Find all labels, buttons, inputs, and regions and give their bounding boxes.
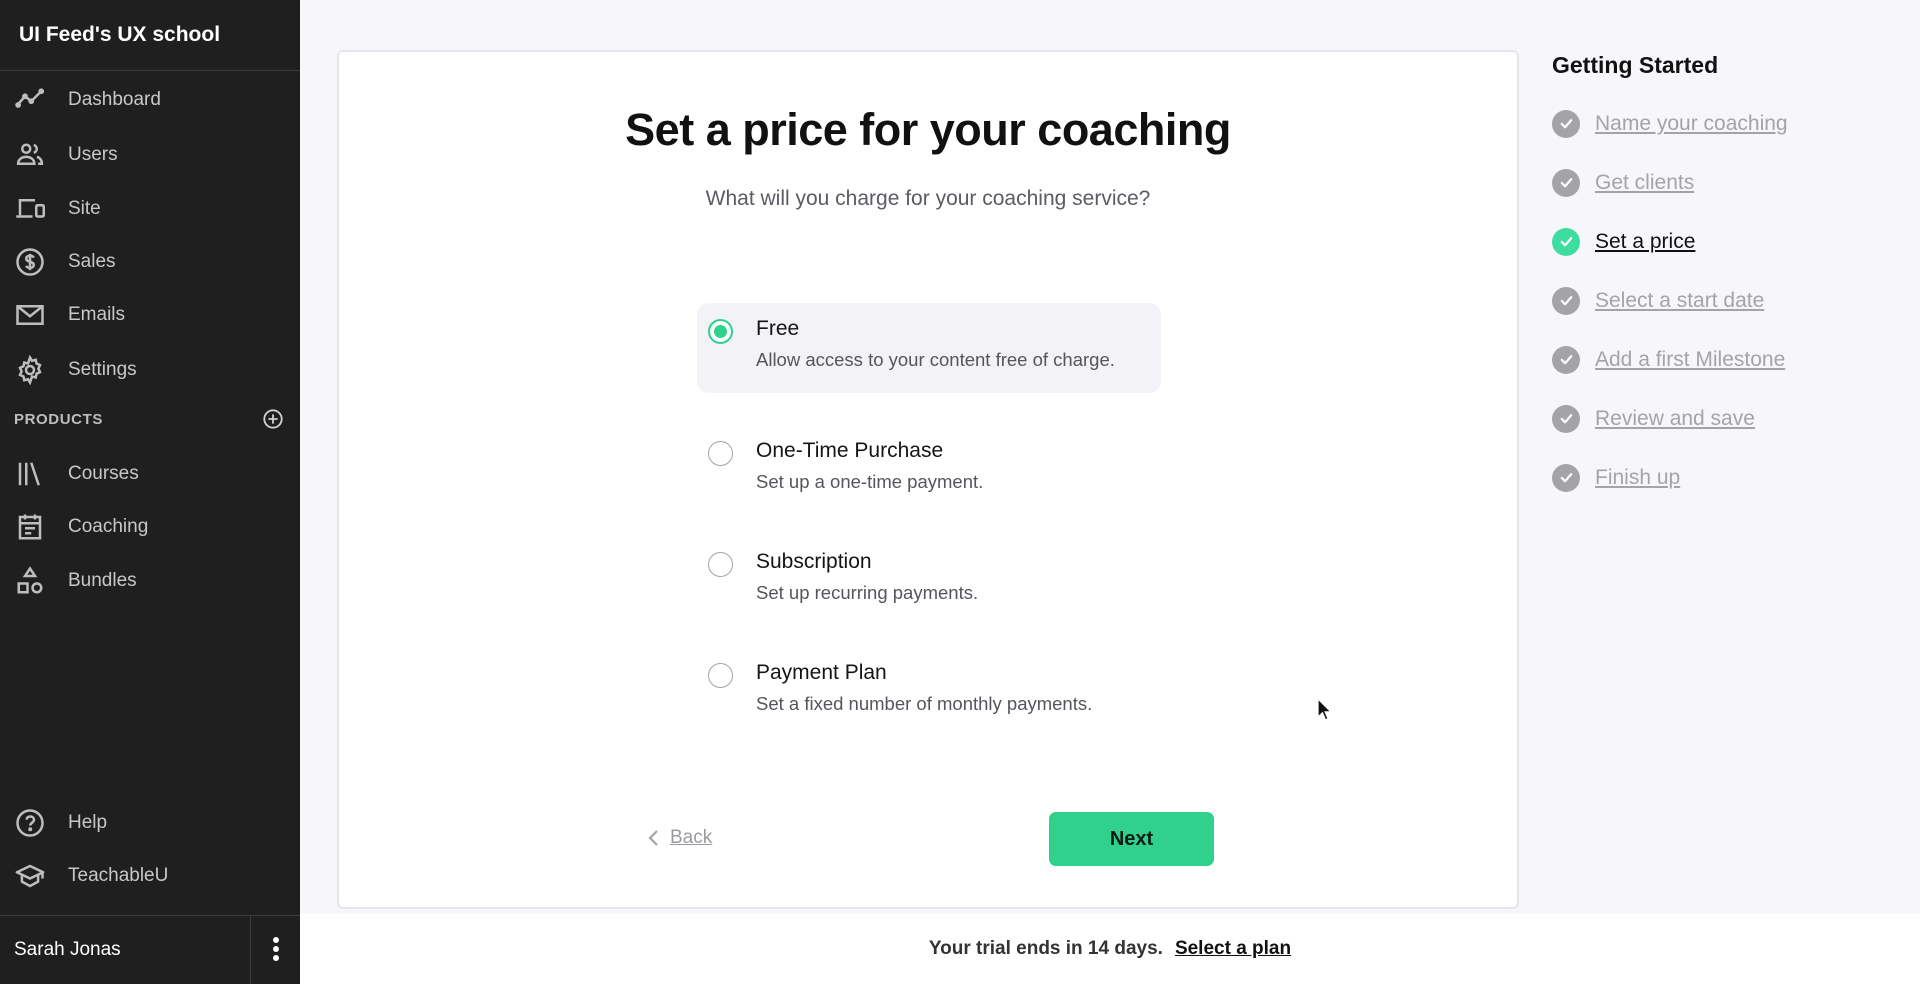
chevron-left-icon (648, 830, 658, 846)
sidebar-item-label: Settings (68, 359, 137, 380)
calendar-icon (13, 510, 47, 544)
trial-banner: Your trial ends in 14 days. Select a pla… (300, 914, 1920, 984)
page-subtitle: What will you charge for your coaching s… (705, 187, 1151, 210)
mail-icon (13, 298, 47, 332)
devices-icon (13, 192, 47, 226)
radio-button-selected[interactable] (708, 319, 733, 344)
library-icon (13, 457, 47, 491)
sidebar-item-label: Coaching (68, 516, 149, 537)
getting-started-title: Getting Started (1552, 52, 1719, 78)
option-description: Set a fixed number of monthly payments. (756, 693, 1093, 714)
price-option-one-time-purchase[interactable]: One-Time Purchase Set up a one-time paym… (697, 425, 1161, 515)
sidebar-item-label: Users (68, 144, 118, 165)
step-label: Finish up (1595, 465, 1681, 489)
school-name[interactable]: UI Feed's UX school (0, 0, 300, 71)
sidebar-item-bundles[interactable]: Bundles (0, 559, 300, 603)
help-icon (13, 806, 47, 840)
chart-line-icon (13, 83, 47, 117)
trial-message: Your trial ends in 14 days. (928, 938, 1163, 959)
sidebar-item-coaching[interactable]: Coaching (0, 505, 300, 549)
page-title: Set a price for your coaching (625, 104, 1231, 155)
sidebar-item-label: Site (68, 198, 101, 219)
step-label: Get clients (1595, 170, 1695, 194)
user-name[interactable]: Sarah Jonas (0, 916, 251, 984)
check-circle-icon (1552, 227, 1580, 256)
price-option-payment-plan[interactable]: Payment Plan Set a fixed number of month… (697, 647, 1161, 737)
sidebar-item-label: Help (68, 812, 108, 833)
option-description: Set up recurring payments. (756, 582, 979, 603)
sidebar-item-label: Sales (68, 251, 116, 272)
sidebar-item-teachableu[interactable]: TeachableU (0, 854, 300, 898)
check-circle-icon (1552, 404, 1580, 433)
option-description: Allow access to your content free of cha… (756, 349, 1115, 370)
getting-started-step[interactable]: Review and save (1552, 389, 1892, 448)
back-label: Back (670, 827, 713, 848)
getting-started-step[interactable]: Add a first Milestone (1552, 330, 1892, 389)
step-label: Review and save (1595, 406, 1755, 430)
gear-icon (13, 353, 47, 387)
check-circle-icon (1552, 286, 1580, 315)
pricing-card: Set a price for your coaching What will … (337, 50, 1519, 909)
sidebar-item-help[interactable]: Help (0, 801, 300, 845)
step-label: Set a price (1595, 229, 1696, 253)
sidebar-item-dashboard[interactable]: Dashboard (0, 78, 300, 122)
radio-button[interactable] (708, 552, 733, 577)
users-icon (13, 138, 47, 172)
radio-button[interactable] (708, 663, 733, 688)
next-button[interactable]: Next (1049, 812, 1214, 866)
user-menu-button[interactable] (251, 916, 300, 984)
sidebar-item-label: TeachableU (68, 865, 169, 886)
check-circle-icon (1552, 345, 1580, 374)
getting-started-step[interactable]: Finish up (1552, 448, 1892, 507)
sidebar: UI Feed's UX school Dashboard Users Site… (0, 0, 300, 984)
sidebar-item-courses[interactable]: Courses (0, 452, 300, 496)
graduation-cap-icon (13, 859, 47, 893)
products-section-header: PRODUCTS (14, 408, 284, 430)
products-header-label: PRODUCTS (14, 410, 103, 428)
option-title: Subscription (756, 550, 872, 573)
getting-started-step[interactable]: Select a start date (1552, 271, 1892, 330)
step-label: Name your coaching (1595, 111, 1788, 135)
sidebar-item-site[interactable]: Site (0, 187, 300, 231)
more-vertical-icon (272, 937, 279, 961)
getting-started-step[interactable]: Name your coaching (1552, 94, 1892, 153)
check-circle-icon (1552, 109, 1580, 138)
sidebar-item-label: Courses (68, 463, 139, 484)
check-circle-icon (1552, 168, 1580, 197)
price-option-free[interactable]: Free Allow access to your content free o… (697, 303, 1161, 393)
option-title: Free (756, 317, 800, 340)
dollar-icon (13, 245, 47, 279)
select-plan-link[interactable]: Select a plan (1175, 938, 1291, 960)
sidebar-item-label: Dashboard (68, 89, 161, 110)
option-description: Set up a one-time payment. (756, 471, 984, 492)
step-label: Select a start date (1595, 288, 1765, 312)
user-bar: Sarah Jonas (0, 915, 300, 984)
sidebar-item-label: Bundles (68, 570, 137, 591)
option-title: Payment Plan (756, 661, 887, 684)
sidebar-item-emails[interactable]: Emails (0, 293, 300, 337)
sidebar-item-users[interactable]: Users (0, 133, 300, 177)
step-label: Add a first Milestone (1595, 347, 1786, 371)
sidebar-item-settings[interactable]: Settings (0, 348, 300, 392)
mouse-cursor-icon (1317, 698, 1333, 721)
getting-started-step[interactable]: Set a price (1552, 212, 1892, 271)
back-link[interactable]: Back (646, 827, 712, 849)
getting-started-panel: Getting Started Name your coaching Get cl… (1552, 52, 1892, 507)
shapes-icon (13, 564, 47, 598)
check-circle-icon (1552, 463, 1580, 492)
getting-started-step[interactable]: Get clients (1552, 153, 1892, 212)
add-product-icon[interactable] (262, 408, 284, 430)
sidebar-item-label: Emails (68, 304, 126, 325)
price-option-subscription[interactable]: Subscription Set up recurring payments. (697, 536, 1161, 626)
sidebar-item-sales[interactable]: Sales (0, 240, 300, 284)
option-title: One-Time Purchase (756, 439, 944, 462)
radio-button[interactable] (708, 441, 733, 466)
